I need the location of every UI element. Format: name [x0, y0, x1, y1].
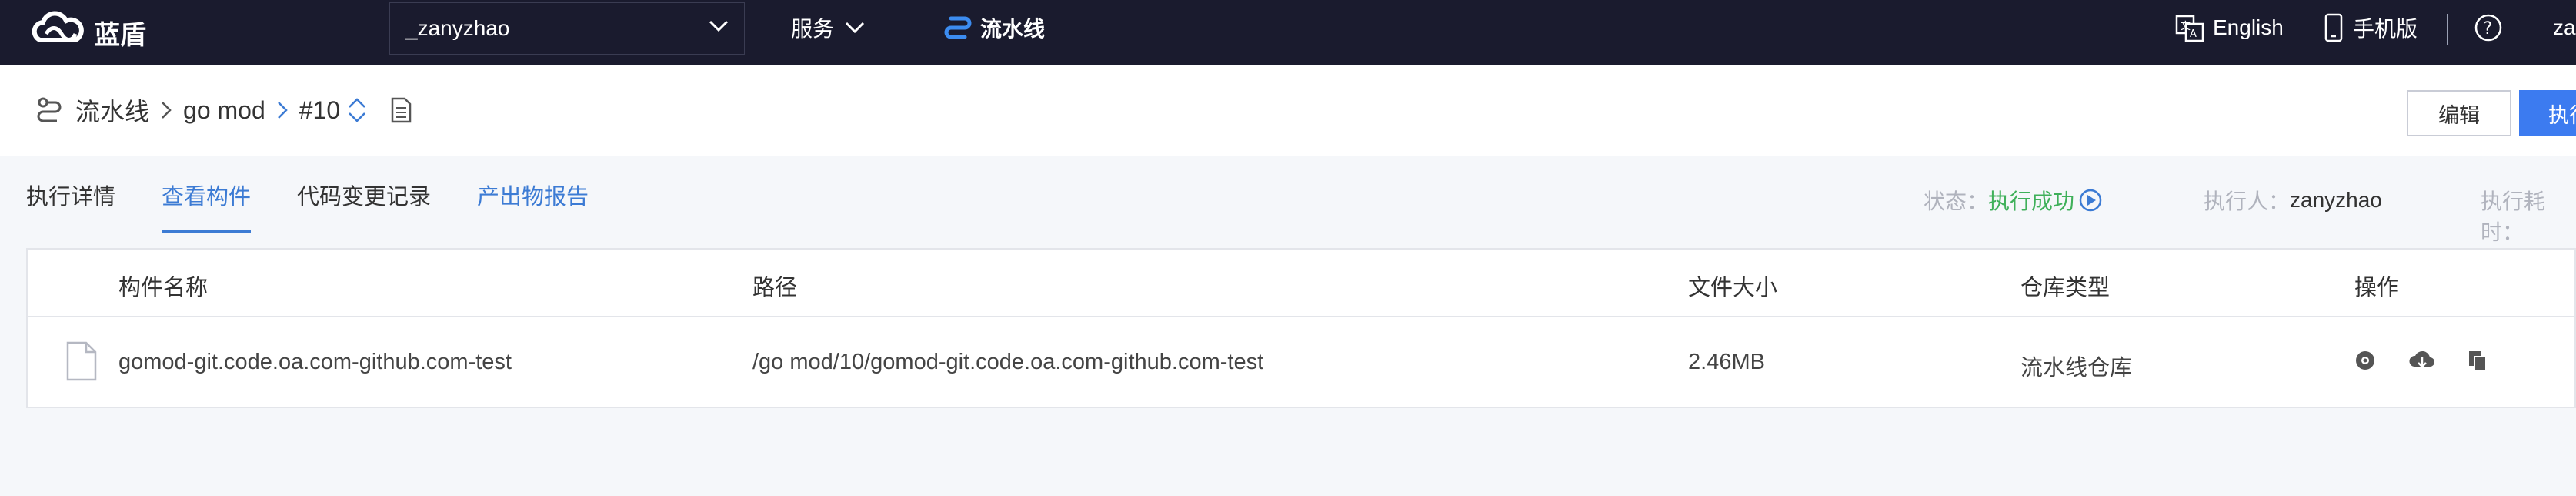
- mobile-version-link[interactable]: 手机版: [2322, 11, 2418, 45]
- tab-artifacts[interactable]: 查看构件: [162, 179, 252, 233]
- build-status: 状态： 执行成功: [1924, 185, 2104, 216]
- view-detail-icon[interactable]: [2353, 348, 2377, 373]
- brand-name: 蓝盾: [94, 20, 146, 50]
- col-file-size: 文件大小: [1688, 276, 1778, 300]
- language-label: English: [2213, 15, 2284, 39]
- build-executor: 执行人： zanyzhao: [2204, 185, 2382, 216]
- pipeline-icon: [37, 97, 62, 122]
- brand-logo[interactable]: 蓝盾: [29, 8, 146, 57]
- col-operations: 操作: [2354, 276, 2400, 300]
- status-label: 状态：: [1924, 189, 1989, 213]
- breadcrumb-build-number[interactable]: #10: [299, 96, 340, 125]
- artifact-size: 2.46MB: [1688, 350, 1765, 374]
- edit-button[interactable]: 编辑: [2407, 90, 2511, 136]
- status-value: 执行成功: [1988, 189, 2075, 213]
- artifact-name[interactable]: gomod-git.code.oa.com-github.com-test: [118, 350, 512, 375]
- help-button[interactable]: ?: [2473, 11, 2511, 45]
- file-icon: [66, 341, 97, 381]
- col-repo-type: 仓库类型: [2020, 276, 2111, 300]
- mobile-version-label: 手机版: [2353, 17, 2418, 41]
- col-artifact-name: 构件名称: [118, 276, 209, 300]
- tab-output-report[interactable]: 产出物报告: [477, 179, 589, 233]
- breadcrumb-pipeline-name[interactable]: go mod: [183, 96, 265, 125]
- executor-label: 执行人：: [2204, 189, 2291, 213]
- nav-pipeline-link[interactable]: 流水线: [942, 11, 1045, 45]
- user-menu[interactable]: za: [2553, 11, 2576, 45]
- chevron-right-icon: [162, 102, 172, 119]
- download-icon[interactable]: [2408, 348, 2436, 373]
- help-icon: ?: [2474, 14, 2502, 42]
- artifact-repo-type: 流水线仓库: [2020, 356, 2133, 380]
- tab-code-changes[interactable]: 代码变更记录: [297, 179, 431, 233]
- detail-tabs: 执行详情 查看构件 代码变更记录 产出物报告: [26, 179, 635, 233]
- breadcrumb: 流水线 go mod #10: [34, 93, 412, 127]
- page-header: 流水线 go mod #10 编辑 执行: [0, 65, 2576, 156]
- nav-service-label: 服务: [791, 17, 835, 41]
- translate-icon: 文 A: [2175, 15, 2204, 42]
- chevron-right-icon: [277, 102, 288, 119]
- chevron-down-icon: [845, 22, 865, 34]
- artifacts-table: 构件名称 路径 文件大小 仓库类型 操作 gomod-git.code.oa.c…: [26, 248, 2576, 408]
- table-row: gomod-git.code.oa.com-github.com-test /g…: [28, 317, 2574, 408]
- col-path: 路径: [752, 276, 798, 300]
- svg-text:A: A: [2190, 28, 2197, 40]
- table-header: 构件名称 路径 文件大小 仓库类型 操作: [28, 250, 2574, 317]
- cloud-logo-icon: [32, 11, 84, 42]
- execute-button[interactable]: 执行: [2519, 90, 2576, 136]
- artifact-path: /go mod/10/gomod-git.code.oa.com-github.…: [752, 350, 1264, 374]
- top-navbar: 蓝盾 _zanyzhao 服务 流水线 文 A English 手机版 ? za: [0, 0, 2576, 65]
- switch-build-icon[interactable]: [346, 93, 368, 127]
- pipeline-icon: [944, 16, 972, 39]
- project-select-value: _zanyzhao: [405, 16, 510, 40]
- tab-execution-detail[interactable]: 执行详情: [26, 179, 115, 233]
- phone-icon: [2324, 13, 2343, 42]
- project-select[interactable]: _zanyzhao: [389, 2, 745, 55]
- executor-value: zanyzhao: [2290, 188, 2382, 212]
- play-circle-icon[interactable]: [2077, 187, 2104, 213]
- document-icon[interactable]: [389, 96, 412, 124]
- language-switch[interactable]: 文 A English: [2174, 11, 2284, 45]
- breadcrumb-pipelines[interactable]: 流水线: [75, 92, 149, 128]
- svg-text:?: ?: [2484, 19, 2493, 39]
- chevron-down-icon: [709, 20, 729, 32]
- navbar-divider: [2447, 14, 2448, 45]
- copy-icon[interactable]: [2465, 348, 2490, 373]
- duration-label: 执行耗时：: [2481, 189, 2546, 244]
- nav-service-menu[interactable]: 服务: [791, 12, 865, 43]
- nav-pipeline-label: 流水线: [980, 17, 1046, 41]
- build-duration: 执行耗时：: [2481, 185, 2576, 246]
